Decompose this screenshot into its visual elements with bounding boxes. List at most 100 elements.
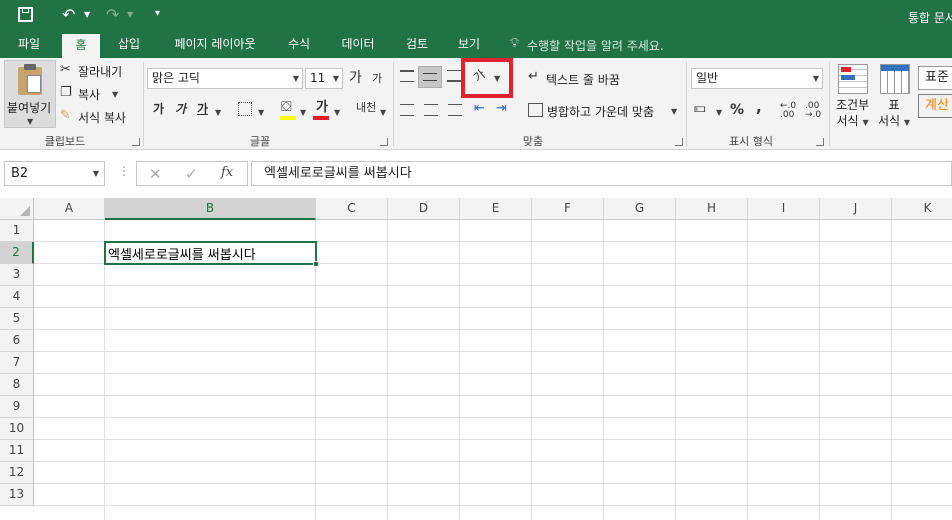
italic-button[interactable]: 가 [175,103,186,115]
tab-review[interactable]: 검토 [396,32,438,58]
font-color-dropdown-icon[interactable]: ▼ [334,108,340,117]
customize-qat-icon[interactable]: ▾ [155,8,160,19]
row-header-3[interactable]: 3 [0,264,34,286]
redo-dropdown-icon[interactable]: ▼ [127,10,133,19]
shrink-font-icon[interactable]: 가 [372,73,382,84]
row-header-6[interactable]: 6 [0,330,34,352]
increase-decimal-icon[interactable]: ←.0.00 [780,102,796,120]
column-header-f[interactable]: F [532,198,604,220]
row-header-4[interactable]: 4 [0,286,34,308]
column-header-e[interactable]: E [460,198,532,220]
bold-button[interactable]: 가 [153,103,164,115]
formula-bar-splitter-icon[interactable]: ⋮ [118,164,130,178]
tab-formulas[interactable]: 수식 [278,32,320,58]
row-header-11[interactable]: 11 [0,440,34,462]
selected-cell-b2[interactable]: 엑셀세로로글씨를 써봅시다 [104,241,319,267]
tab-page-layout[interactable]: 페이지 레이아웃 [160,32,270,58]
number-launcher-icon[interactable] [816,138,824,146]
fill-handle[interactable] [313,261,319,267]
row-header-7[interactable]: 7 [0,352,34,374]
cell-style-normal[interactable]: 표준 [918,66,952,90]
undo-icon[interactable]: ↶ [62,5,75,24]
top-align-icon[interactable] [400,70,414,82]
font-color-icon[interactable]: 가 [316,101,328,114]
underline-dropdown-icon[interactable]: ▼ [215,108,221,117]
worksheet-grid[interactable]: ABCDEFGHIJK 1 2 3 4 5 6 7 8 9 10 11 12 13 엑셀세로로글씨를 써… [0,198,952,520]
column-header-d[interactable]: D [388,198,460,220]
tab-insert[interactable]: 삽입 [108,32,150,58]
column-header-b[interactable]: B [105,198,316,220]
font-launcher-icon[interactable] [380,138,388,146]
tab-file[interactable]: 파일 [8,32,50,58]
merge-center-dropdown-icon[interactable]: ▼ [671,107,677,116]
copy-button[interactable]: 복사 [78,86,100,103]
alignment-launcher-icon[interactable] [675,138,683,146]
cancel-icon[interactable]: ✕ [149,165,162,183]
insert-function-icon[interactable]: fx [221,165,233,180]
comma-button[interactable]: , [756,100,762,115]
decrease-indent-icon[interactable]: ⇤ [474,102,485,115]
cell-b2-text: 엑셀세로로글씨를 써봅시다 [108,248,256,263]
middle-align-button[interactable] [418,66,442,88]
column-header-k[interactable]: K [892,198,952,220]
underline-button[interactable]: 가 [197,103,208,115]
borders-dropdown-icon[interactable]: ▼ [258,108,264,117]
font-size-combo[interactable]: 11 ▼ [305,68,343,89]
column-header-i[interactable]: I [748,198,820,220]
name-box[interactable]: B2 ▼ [4,161,105,186]
align-center-icon[interactable] [424,104,438,116]
column-header-g[interactable]: G [604,198,676,220]
format-painter-button[interactable]: 서식 복사 [78,109,126,126]
clipboard-launcher-icon[interactable] [132,138,140,146]
enter-icon[interactable]: ✓ [185,165,198,183]
cell-style-calculation[interactable]: 계산 [918,94,952,118]
phonetic-dropdown-icon[interactable]: ▼ [380,108,386,117]
increase-indent-icon[interactable]: ⇥ [496,102,507,115]
column-header-c[interactable]: C [316,198,388,220]
fill-color-dropdown-icon[interactable]: ▼ [300,108,306,117]
tell-me-search[interactable]: 수행할 작업을 알려 주세요. [527,37,664,54]
font-name-combo[interactable]: 맑은 고딕 ▼ [147,68,303,89]
redo-icon[interactable]: ↷ [106,5,119,24]
select-all-button[interactable] [0,198,34,220]
percent-button[interactable]: % [730,103,744,117]
merge-center-button[interactable]: 병합하고 가운데 맞춤 [547,103,654,120]
phonetic-icon[interactable]: 내천 [356,102,376,113]
row-header-2[interactable]: 2 [0,242,34,264]
row-header-5[interactable]: 5 [0,308,34,330]
paste-dropdown-icon[interactable]: ▼ [27,117,33,126]
align-right-icon[interactable] [448,104,462,116]
align-left-icon[interactable] [400,104,414,116]
row-header-9[interactable]: 9 [0,396,34,418]
undo-dropdown-icon[interactable]: ▼ [84,10,90,19]
bottom-align-icon[interactable] [447,70,461,82]
row-header-1[interactable]: 1 [0,220,34,242]
save-icon[interactable] [18,7,33,22]
grow-font-icon[interactable]: 가 [349,71,362,85]
copy-dropdown-icon[interactable]: ▼ [112,90,118,99]
accounting-format-icon[interactable]: 💵︎ [694,102,706,115]
formula-input[interactable]: 엑셀세로로글씨를 써봅시다 [251,161,952,186]
tab-home[interactable]: 홈 [62,34,100,58]
column-header-j[interactable]: J [820,198,892,220]
orientation-dropdown-icon[interactable]: ▼ [494,74,500,83]
format-as-table-button[interactable]: 표 서식 ▼ [878,97,910,131]
tab-data[interactable]: 데이터 [332,32,384,58]
column-header-a[interactable]: A [34,198,105,220]
tab-view[interactable]: 보기 [448,32,490,58]
row-header-12[interactable]: 12 [0,462,34,484]
row-header-13[interactable]: 13 [0,484,34,506]
fill-color-icon[interactable]: ⛋ [281,100,292,114]
decrease-decimal-icon[interactable]: .00 →.0 [805,102,821,120]
row-header-8[interactable]: 8 [0,374,34,396]
paste-button[interactable]: 붙여넣기 ▼ [4,60,56,128]
accounting-dropdown-icon[interactable]: ▼ [716,108,722,117]
wrap-text-button[interactable]: 텍스트 줄 바꿈 [546,71,620,88]
conditional-formatting-button[interactable]: 조건부 서식 ▼ [836,97,869,131]
borders-icon[interactable] [238,102,252,116]
cut-button[interactable]: 잘라내기 [78,63,122,80]
name-box-dropdown-icon[interactable]: ▼ [93,162,99,185]
number-format-combo[interactable]: 일반 ▼ [691,68,823,89]
column-header-h[interactable]: H [676,198,748,220]
row-header-10[interactable]: 10 [0,418,34,440]
